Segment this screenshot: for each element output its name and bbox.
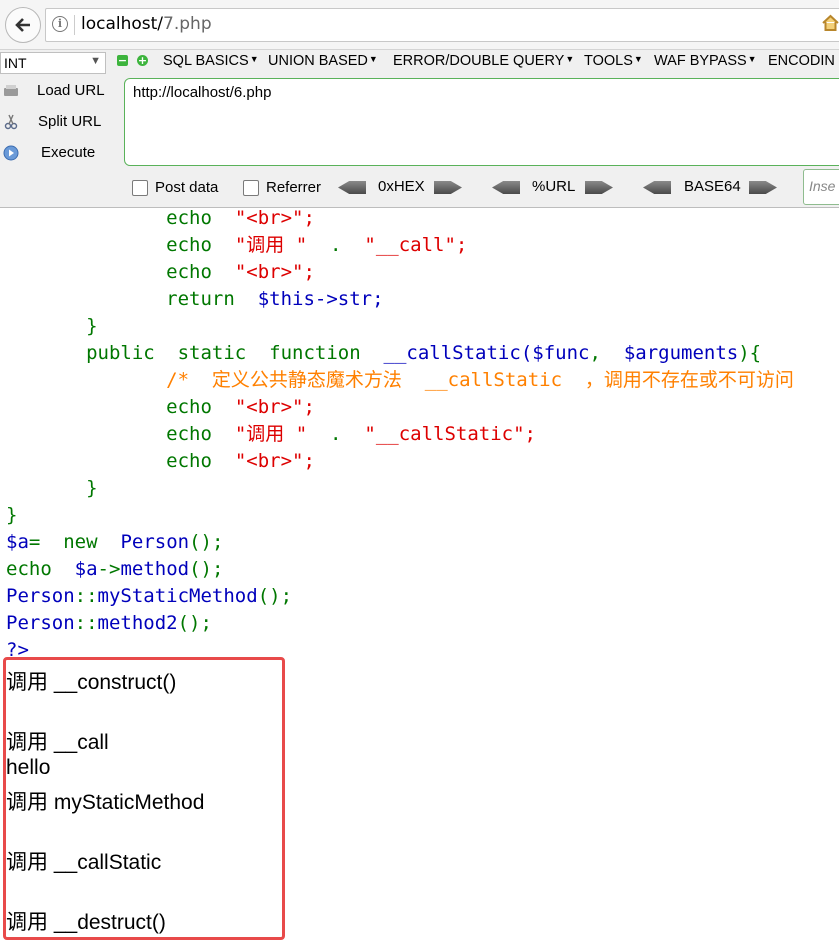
split-url-button[interactable]: Split URL xyxy=(0,110,120,136)
load-url-label: Load URL xyxy=(37,82,105,99)
code-line: echo "<br>"; xyxy=(166,207,315,229)
code-line: echo $a->method(); xyxy=(6,558,224,580)
url-encode-label: %URL xyxy=(532,178,576,195)
info-icon[interactable]: i xyxy=(52,16,68,32)
referrer-checkbox-box[interactable] xyxy=(243,180,259,196)
decode-arrow-icon[interactable] xyxy=(338,181,366,194)
code-line: echo "<br>"; xyxy=(166,261,315,283)
code-line: echo "<br>"; xyxy=(166,450,315,472)
post-data-checkbox-box[interactable] xyxy=(132,180,148,196)
hex-label: 0xHEX xyxy=(378,178,425,195)
output-line: hello xyxy=(6,756,51,779)
code-line: return $this->str; xyxy=(166,288,384,310)
load-url-icon xyxy=(4,85,18,96)
url-separator xyxy=(74,15,75,35)
code-comment: /* 定义公共静态魔术方法 __callStatic ，调用不存在或不可访问 xyxy=(166,369,794,391)
output-line: 调用 __call xyxy=(6,731,109,754)
menu-encoding[interactable]: ENCODIN xyxy=(768,53,835,69)
type-select-value: INT xyxy=(4,55,27,71)
load-url-button[interactable]: Load URL xyxy=(0,79,120,105)
code-line: } xyxy=(86,477,98,499)
hackbar-url-textarea[interactable]: http://localhost/6.php xyxy=(124,78,839,166)
code-line: echo "调用 " . "__call"; xyxy=(166,234,468,256)
hackbar-panel: INT ▼ − + SQL BASICS▼ UNION BASED▼ ERROR… xyxy=(0,50,839,208)
plus-icon[interactable]: + xyxy=(137,55,148,66)
decode-arrow-icon[interactable] xyxy=(643,181,671,194)
menu-waf-bypass[interactable]: WAF BYPASS▼ xyxy=(654,53,757,69)
type-select[interactable]: INT ▼ xyxy=(0,52,106,74)
scissors-icon xyxy=(4,114,18,130)
hackbar-url-value: http://localhost/6.php xyxy=(133,84,272,101)
back-arrow-icon xyxy=(15,18,30,32)
menu-sql-basics[interactable]: SQL BASICS▼ xyxy=(163,53,259,69)
insert-input[interactable]: Inse xyxy=(803,169,839,205)
referrer-label: Referrer xyxy=(266,179,322,196)
execute-button[interactable]: Execute xyxy=(0,141,120,167)
menu-union-based[interactable]: UNION BASED▼ xyxy=(268,53,378,69)
code-line: Person::method2(); xyxy=(6,612,212,634)
decode-arrow-icon[interactable] xyxy=(492,181,520,194)
chevron-down-icon: ▼ xyxy=(90,55,101,67)
code-line: public static function __callStatic($fun… xyxy=(86,342,762,364)
post-data-label: Post data xyxy=(155,179,219,196)
execute-label: Execute xyxy=(41,144,96,161)
base64-label: BASE64 xyxy=(684,178,741,195)
menu-error-double-query[interactable]: ERROR/DOUBLE QUERY▼ xyxy=(393,53,574,69)
code-line: } xyxy=(6,504,18,526)
url-input[interactable]: i localhost/7.php xyxy=(45,8,839,42)
encode-arrow-icon[interactable] xyxy=(434,181,462,194)
output-line: 调用 __destruct() xyxy=(6,911,166,934)
split-url-label: Split URL xyxy=(38,113,102,130)
code-line: Person::myStaticMethod(); xyxy=(6,585,293,607)
url-text: localhost/7.php xyxy=(81,14,212,34)
code-line: echo "调用 " . "__callStatic"; xyxy=(166,423,536,445)
encode-arrow-icon[interactable] xyxy=(749,181,777,194)
code-line: echo "<br>"; xyxy=(166,396,315,418)
menu-tools[interactable]: TOOLS▼ xyxy=(584,53,643,69)
address-bar: i localhost/7.php xyxy=(0,0,839,50)
output-line: 调用 __construct() xyxy=(6,671,177,694)
output-line: 调用 __callStatic xyxy=(6,851,162,874)
encode-arrow-icon[interactable] xyxy=(585,181,613,194)
code-line: $a= new Person(); xyxy=(6,531,224,553)
insert-placeholder: Inse xyxy=(809,178,836,194)
code-line: } xyxy=(86,315,98,337)
back-button[interactable] xyxy=(5,7,41,43)
minus-icon[interactable]: − xyxy=(117,55,128,66)
execute-icon xyxy=(3,145,19,161)
output-line: 调用 myStaticMethod xyxy=(6,791,205,814)
home-icon[interactable] xyxy=(822,14,839,31)
